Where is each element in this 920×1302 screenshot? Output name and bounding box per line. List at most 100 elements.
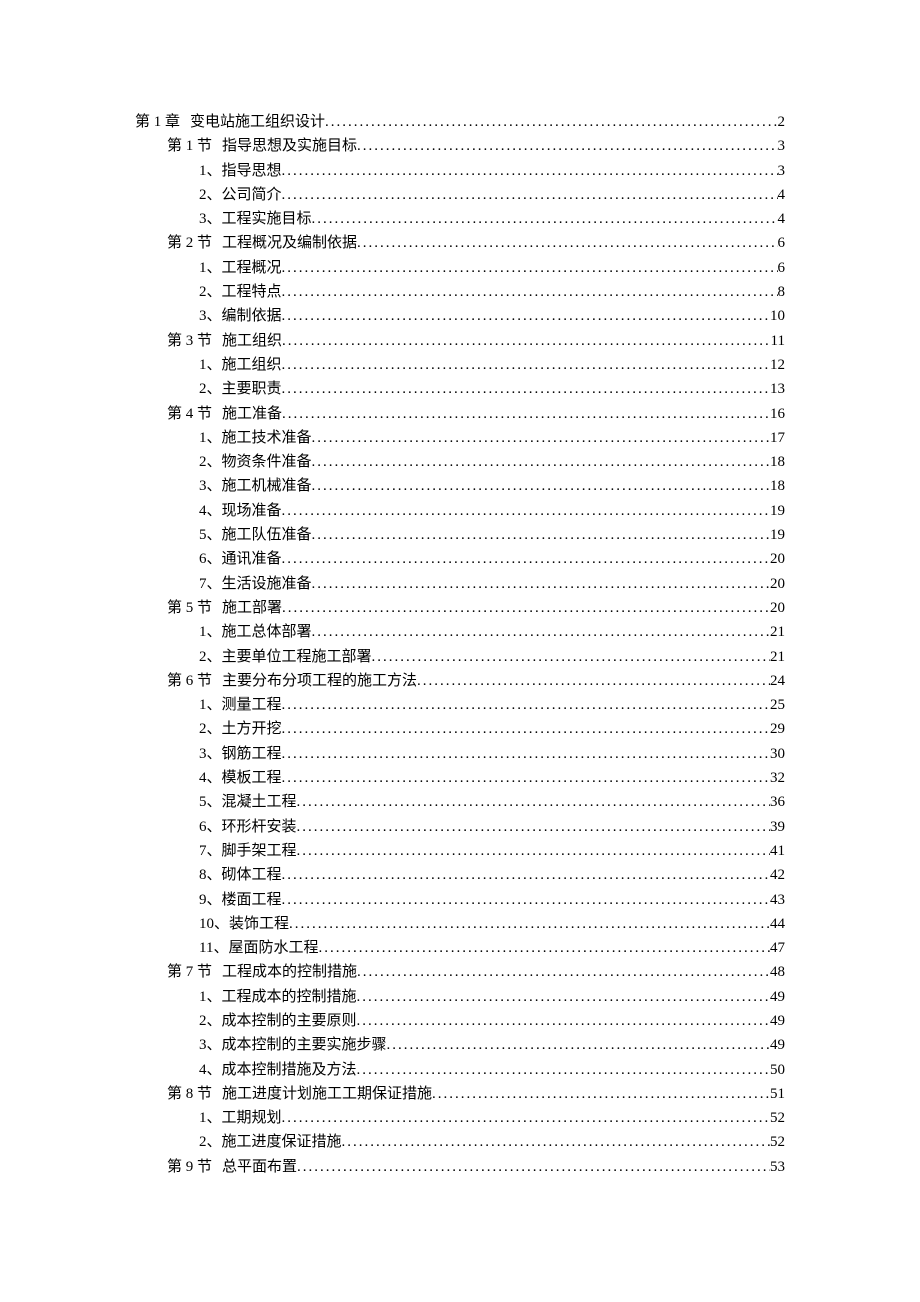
toc-entry-text: 变电站施工组织设计: [190, 114, 325, 130]
toc-leader-dots: [282, 717, 770, 741]
toc-entry-page: 19: [770, 499, 785, 523]
toc-entry-page: 43: [770, 888, 785, 912]
toc-entry-page: 52: [770, 1130, 785, 1154]
toc-entry[interactable]: 第 3 节施工组织11: [135, 329, 785, 353]
toc-entry-title: 2、工程特点: [199, 280, 282, 304]
toc-entry-label: 4、: [199, 503, 222, 519]
toc-entry-text: 钢筋工程: [222, 746, 282, 762]
toc-entry-title: 第 8 节施工进度计划施工工期保证措施: [167, 1082, 432, 1106]
toc-entry-text: 施工准备: [222, 406, 282, 422]
toc-entry-text: 施工机械准备: [222, 478, 312, 494]
toc-entry[interactable]: 1、工程成本的控制措施49: [135, 985, 785, 1009]
toc-entry[interactable]: 1、施工组织12: [135, 353, 785, 377]
toc-entry[interactable]: 2、成本控制的主要原则49: [135, 1009, 785, 1033]
toc-leader-dots: [297, 815, 770, 839]
toc-entry-title: 7、生活设施准备: [199, 572, 312, 596]
toc-entry-title: 11、屋面防水工程: [199, 936, 318, 960]
toc-entry-page: 12: [770, 353, 785, 377]
toc-entry[interactable]: 7、脚手架工程41: [135, 839, 785, 863]
toc-entry[interactable]: 1、测量工程25: [135, 693, 785, 717]
toc-entry[interactable]: 第 5 节施工部署20: [135, 596, 785, 620]
toc-entry[interactable]: 6、环形杆安装39: [135, 815, 785, 839]
toc-entry[interactable]: 第 9 节总平面布置53: [135, 1155, 785, 1179]
toc-entry[interactable]: 1、工期规划52: [135, 1106, 785, 1130]
toc-entry[interactable]: 4、现场准备19: [135, 499, 785, 523]
toc-entry-text: 工程特点: [222, 284, 282, 300]
toc-entry[interactable]: 6、通讯准备20: [135, 547, 785, 571]
toc-leader-dots: [282, 596, 770, 620]
toc-entry[interactable]: 8、砌体工程42: [135, 863, 785, 887]
toc-entry[interactable]: 第 6 节主要分布分项工程的施工方法24: [135, 669, 785, 693]
toc-entry-label: 第 9 节: [167, 1159, 212, 1175]
toc-leader-dots: [282, 280, 778, 304]
toc-entry-title: 2、公司简介: [199, 183, 282, 207]
toc-entry-title: 10、装饰工程: [199, 912, 289, 936]
toc-leader-dots: [312, 523, 770, 547]
toc-entry-title: 3、工程实施目标: [199, 207, 312, 231]
toc-entry[interactable]: 第 7 节工程成本的控制措施48: [135, 960, 785, 984]
toc-entry[interactable]: 3、钢筋工程30: [135, 742, 785, 766]
toc-entry[interactable]: 第 1 章变电站施工组织设计2: [135, 110, 785, 134]
toc-entry[interactable]: 1、施工技术准备17: [135, 426, 785, 450]
toc-entry[interactable]: 10、装饰工程 44: [135, 912, 785, 936]
toc-entry[interactable]: 2、物资条件准备18: [135, 450, 785, 474]
toc-entry[interactable]: 3、工程实施目标 4: [135, 207, 785, 231]
toc-entry[interactable]: 4、模板工程32: [135, 766, 785, 790]
toc-entry-text: 物资条件准备: [222, 454, 312, 470]
toc-entry[interactable]: 第 1 节指导思想及实施目标3: [135, 134, 785, 158]
toc-entry-page: 39: [770, 815, 785, 839]
toc-entry[interactable]: 4、成本控制措施及方法50: [135, 1058, 785, 1082]
toc-entry-page: 20: [770, 547, 785, 571]
toc-entry-text: 主要分布分项工程的施工方法: [222, 673, 417, 689]
toc-entry-label: 第 6 节: [167, 673, 212, 689]
toc-entry-title: 2、主要职责: [199, 377, 282, 401]
toc-entry-page: 30: [770, 742, 785, 766]
toc-entry-title: 2、成本控制的主要原则: [199, 1009, 357, 1033]
toc-entry[interactable]: 1、指导思想3: [135, 159, 785, 183]
toc-entry-page: 36: [770, 790, 785, 814]
toc-entry-title: 2、物资条件准备: [199, 450, 312, 474]
toc-entry-text: 脚手架工程: [222, 843, 297, 859]
toc-entry[interactable]: 第 4 节施工准备16: [135, 402, 785, 426]
toc-entry[interactable]: 5、施工队伍准备19: [135, 523, 785, 547]
toc-leader-dots: [297, 839, 770, 863]
toc-entry[interactable]: 3、成本控制的主要实施步骤49: [135, 1033, 785, 1057]
toc-entry-title: 2、主要单位工程施工部署: [199, 645, 372, 669]
toc-entry[interactable]: 7、生活设施准备 20: [135, 572, 785, 596]
toc-entry-page: 10: [770, 304, 785, 328]
toc-entry-page: 20: [770, 572, 785, 596]
toc-leader-dots: [312, 207, 778, 231]
toc-entry-page: 4: [778, 207, 786, 231]
toc-entry[interactable]: 2、主要单位工程施工部署21: [135, 645, 785, 669]
toc-entry[interactable]: 3、编制依据10: [135, 304, 785, 328]
toc-entry[interactable]: 3、施工机械准备18: [135, 474, 785, 498]
toc-entry-text: 公司简介: [222, 187, 282, 203]
toc-entry[interactable]: 第 8 节施工进度计划施工工期保证措施51: [135, 1082, 785, 1106]
toc-entry-label: 第 8 节: [167, 1086, 212, 1102]
toc-leader-dots: [342, 1130, 770, 1154]
toc-entry-title: 7、脚手架工程: [199, 839, 297, 863]
toc-leader-dots: [312, 572, 770, 596]
toc-entry-label: 3、: [199, 1037, 222, 1053]
toc-entry-page: 53: [770, 1155, 785, 1179]
toc-entry-title: 1、工期规划: [199, 1106, 282, 1130]
toc-leader-dots: [417, 669, 770, 693]
toc-entry-page: 50: [770, 1058, 785, 1082]
toc-entry[interactable]: 11、屋面防水工程47: [135, 936, 785, 960]
toc-leader-dots: [357, 1058, 770, 1082]
toc-entry[interactable]: 1、工程概况6: [135, 256, 785, 280]
toc-entry-page: 44: [770, 912, 785, 936]
toc-entry-title: 9、楼面工程: [199, 888, 282, 912]
toc-entry[interactable]: 2、公司简介4: [135, 183, 785, 207]
toc-entry[interactable]: 2、土方开挖29: [135, 717, 785, 741]
toc-entry[interactable]: 第 2 节工程概况及编制依据6: [135, 231, 785, 255]
toc-entry[interactable]: 2、施工进度保证措施52: [135, 1130, 785, 1154]
toc-entry-title: 第 2 节工程概况及编制依据: [167, 231, 357, 255]
toc-entry[interactable]: 2、工程特点8: [135, 280, 785, 304]
toc-entry[interactable]: 5、混凝土工程36: [135, 790, 785, 814]
toc-entry-page: 20: [770, 596, 785, 620]
toc-entry[interactable]: 2、主要职责13: [135, 377, 785, 401]
toc-entry-page: 49: [770, 1033, 785, 1057]
toc-entry[interactable]: 1、施工总体部署21: [135, 620, 785, 644]
toc-entry[interactable]: 9、楼面工程 43: [135, 888, 785, 912]
